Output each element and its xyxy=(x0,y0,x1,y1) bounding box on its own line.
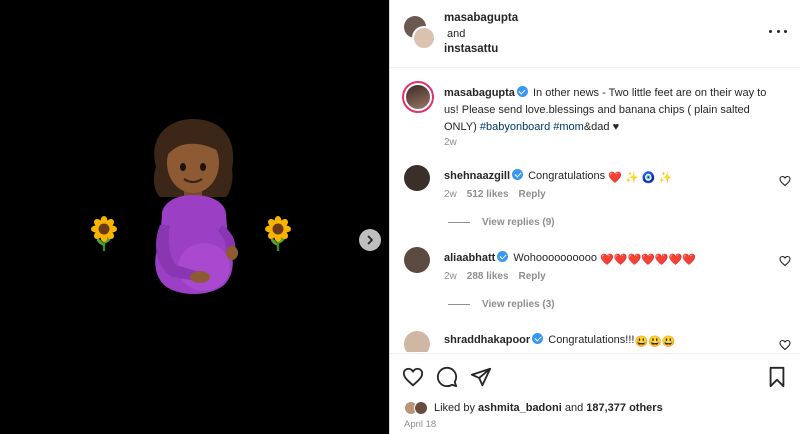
bookmark-button[interactable] xyxy=(766,366,788,388)
heart-icon[interactable] xyxy=(779,175,791,187)
verified-badge-icon xyxy=(516,86,528,97)
comment-emojis: 😃😃😃 xyxy=(634,336,676,348)
comment-likes[interactable]: 512 likes xyxy=(467,189,509,200)
likes-prefix: Liked by xyxy=(434,402,479,414)
comment-username[interactable]: shehnaazgill xyxy=(444,170,510,182)
verified-badge-icon xyxy=(497,251,509,262)
action-bar xyxy=(390,353,800,399)
avatar xyxy=(414,401,428,415)
comment-timestamp[interactable]: 2w xyxy=(444,271,457,282)
caption-avatar[interactable] xyxy=(402,81,434,113)
comment-timestamp[interactable]: 2w xyxy=(444,189,457,200)
pregnant-woman-emoji xyxy=(153,119,238,294)
comment-emojis: ❤️ ✨ 🧿 ✨ xyxy=(608,172,673,184)
comment-body: shehnaazgill Congratulations ❤️ ✨ 🧿 ✨ xyxy=(444,169,764,185)
hashtag-link[interactable]: #mom xyxy=(553,121,584,133)
avatar xyxy=(412,26,436,50)
hashtag-link[interactable]: #babyonboard xyxy=(480,121,550,133)
post-date[interactable]: April 18 xyxy=(404,419,436,430)
avatar[interactable] xyxy=(404,165,430,191)
avatar[interactable] xyxy=(404,331,430,352)
share-button[interactable] xyxy=(470,366,492,388)
reply-button[interactable]: Reply xyxy=(519,189,546,200)
post-viewer: masabagupta and instasattu masabagupta I… xyxy=(0,0,800,434)
comment-text: Congratulations!!! xyxy=(548,334,635,346)
sunflower-icon xyxy=(265,216,291,251)
caption-username[interactable]: masabagupta xyxy=(444,87,515,99)
comment-body: aliaabhatt Wohoooooooooo ❤️❤️❤️❤️❤️❤️❤️ xyxy=(444,251,764,267)
liked-by-username[interactable]: ashmita_badoni xyxy=(478,402,562,414)
post-details-panel: masabagupta and instasattu masabagupta I… xyxy=(389,0,800,434)
reply-button[interactable]: Reply xyxy=(519,271,546,282)
next-slide-button[interactable] xyxy=(359,229,381,251)
comment-likes[interactable]: 288 likes xyxy=(467,271,509,282)
post-media xyxy=(0,0,389,434)
collab-avatars[interactable] xyxy=(404,16,436,50)
view-replies-button[interactable]: View replies (9) xyxy=(448,217,555,228)
caption-tail: &dad ♥ xyxy=(583,121,620,133)
verified-badge-icon xyxy=(512,169,524,180)
comment-meta: 2w 512 likes Reply xyxy=(444,189,546,200)
comment-body: shraddhakapoor Congratulations!!!😃😃😃 xyxy=(444,333,764,349)
author-username[interactable]: masabagupta xyxy=(444,12,518,24)
caption-timestamp[interactable]: 2w xyxy=(444,137,457,148)
heart-icon[interactable] xyxy=(779,339,791,351)
verified-badge-icon xyxy=(532,333,544,344)
comment-username[interactable]: aliaabhatt xyxy=(444,252,495,264)
avatar[interactable] xyxy=(404,247,430,273)
chevron-right-icon xyxy=(367,235,373,245)
comment-button[interactable] xyxy=(436,366,458,388)
comment-username[interactable]: shraddhakapoor xyxy=(444,334,530,346)
collab-connector-text: and xyxy=(447,28,466,40)
comment-text: Congratulations xyxy=(528,170,606,182)
heart-icon[interactable] xyxy=(779,255,791,267)
view-replies-button[interactable]: View replies (3) xyxy=(448,299,555,310)
comments-scroll-area[interactable]: masabagupta In other news - Two little f… xyxy=(390,69,800,352)
comment-meta: 2w 288 likes Reply xyxy=(444,271,546,282)
post-caption: masabagupta In other news - Two little f… xyxy=(444,85,784,136)
collaborator-username[interactable]: instasattu xyxy=(444,43,498,55)
post-header: masabagupta and instasattu xyxy=(390,0,800,68)
more-options-icon[interactable] xyxy=(769,26,787,36)
likes-summary: Liked by ashmita_badoni and 187,377 othe… xyxy=(404,399,663,417)
likes-count[interactable]: 187,377 others xyxy=(586,402,662,414)
comment-text: Wohoooooooooo xyxy=(513,252,598,264)
like-button[interactable] xyxy=(402,366,424,388)
sunflower-icon xyxy=(91,216,117,251)
likes-connector: and xyxy=(561,402,587,414)
comment-emojis: ❤️❤️❤️❤️❤️❤️❤️ xyxy=(600,254,696,266)
